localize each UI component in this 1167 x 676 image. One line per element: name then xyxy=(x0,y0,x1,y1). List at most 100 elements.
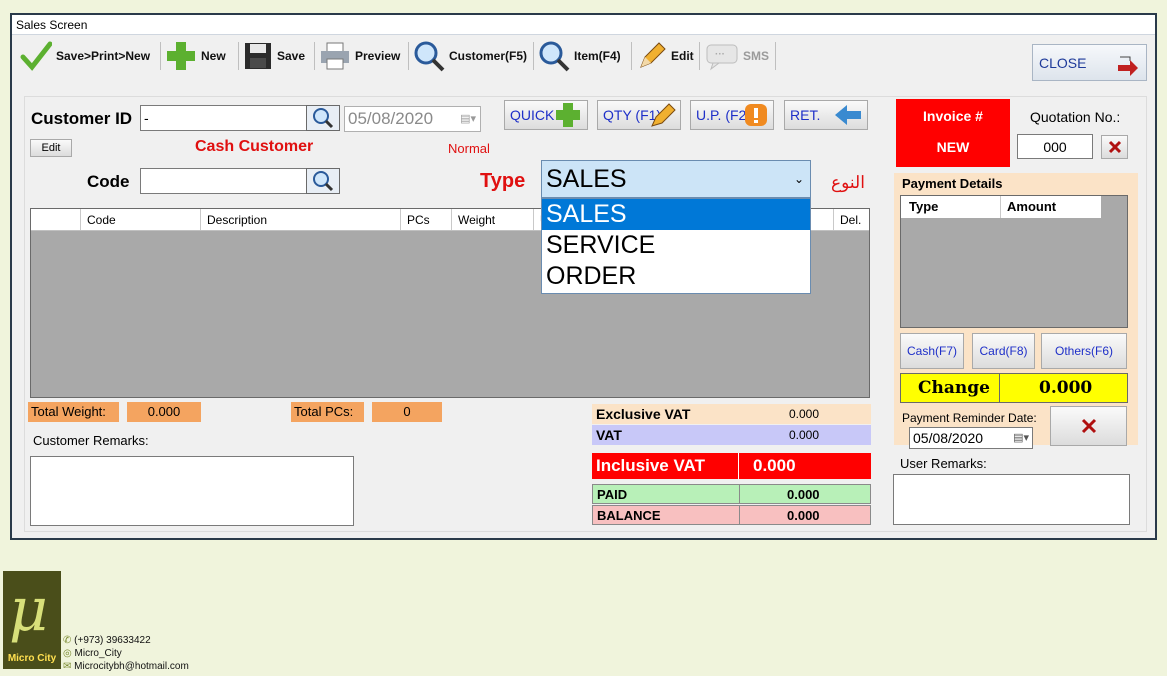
type-dropdown-list: SALES SERVICE ORDER xyxy=(541,198,811,294)
unit-price-button[interactable]: U.P. (F2) xyxy=(690,100,774,130)
quick-button[interactable]: QUICK xyxy=(504,100,588,130)
type-option-sales[interactable]: SALES xyxy=(542,199,810,230)
mail-icon: ✉ xyxy=(63,661,75,672)
clear-quotation-button[interactable] xyxy=(1101,135,1128,159)
magnifier-icon xyxy=(539,41,570,72)
contact-email: Microcitybh@hotmail.com xyxy=(74,661,189,672)
sms-button[interactable]: ··· SMS xyxy=(705,39,769,73)
brand-name: Micro City xyxy=(7,653,57,664)
save-print-new-button[interactable]: Save>Print>New xyxy=(20,39,150,73)
type-dropdown[interactable]: SALES ⌄ xyxy=(541,160,811,198)
type-option-order[interactable]: ORDER xyxy=(542,261,810,292)
mu-logo-glyph: μ xyxy=(9,575,48,645)
customer-id-label: Customer ID xyxy=(31,109,133,128)
new-button[interactable]: New xyxy=(165,39,226,73)
phone-icon: ✆ xyxy=(63,635,75,646)
left-arrow-icon xyxy=(835,105,861,125)
customer-label: Customer(F5) xyxy=(449,49,528,63)
contact-instagram-row: ◎ Micro_City xyxy=(63,647,189,660)
close-icon xyxy=(1081,418,1096,434)
payment-grid-header: Type Amount xyxy=(901,196,1101,218)
pencil-icon xyxy=(651,103,676,127)
balance-value: 0.000 xyxy=(787,508,820,523)
change-value: 0.000 xyxy=(1039,378,1093,398)
close-label: CLOSE xyxy=(1039,54,1087,71)
exclusive-vat-label: Exclusive VAT xyxy=(596,406,691,422)
customer-id-input[interactable]: - xyxy=(140,105,308,131)
clear-reminder-button[interactable] xyxy=(1050,406,1127,446)
reminder-date-picker[interactable]: 05/08/2020 ▤▾ xyxy=(909,427,1033,449)
customer-search-button[interactable] xyxy=(306,105,340,131)
type-option-service[interactable]: SERVICE xyxy=(542,230,810,261)
grid-col-header: PCs xyxy=(401,209,452,230)
save-button[interactable]: Save xyxy=(243,39,305,73)
item-button[interactable]: Item(F4) xyxy=(538,39,621,73)
total-pcs-value: 0 xyxy=(372,402,442,422)
magnifier-icon xyxy=(313,171,334,192)
printer-icon xyxy=(321,42,349,70)
grid-col-header: Weight xyxy=(452,209,534,230)
checkmark-icon xyxy=(20,41,52,71)
payment-details-title: Payment Details xyxy=(902,176,1003,191)
inclusive-vat-label: Inclusive VAT xyxy=(596,456,705,475)
code-search-button[interactable] xyxy=(306,168,340,194)
plus-icon xyxy=(556,103,580,127)
new-label: New xyxy=(201,49,226,63)
pencil-icon xyxy=(640,42,666,68)
invoice-number: NEW xyxy=(936,139,970,155)
preview-button[interactable]: Preview xyxy=(319,39,400,73)
user-remarks-input[interactable] xyxy=(893,474,1130,525)
user-remarks-label: User Remarks: xyxy=(900,456,987,471)
customer-button[interactable]: Customer(F5) xyxy=(413,39,527,73)
quick-label: QUICK xyxy=(510,107,555,123)
return-label: RET. xyxy=(790,107,821,123)
qty-button[interactable]: QTY (F1) xyxy=(597,100,681,130)
change-label: Change xyxy=(918,378,990,398)
sms-label: SMS xyxy=(743,49,770,63)
customer-remarks-input[interactable] xyxy=(30,456,354,526)
exclusive-vat-value: 0.000 xyxy=(789,407,820,421)
vat-row: VAT 0.000 xyxy=(592,425,871,445)
customer-category: Normal xyxy=(448,141,490,156)
chevron-down-icon: ⌄ xyxy=(793,172,804,186)
customer-remarks-label: Customer Remarks: xyxy=(33,433,149,448)
cash-button[interactable]: Cash(F7) xyxy=(900,333,964,369)
code-input[interactable] xyxy=(140,168,308,194)
paid-label: PAID xyxy=(597,487,628,502)
plus-icon xyxy=(167,42,195,70)
contact-email-row: ✉ Microcitybh@hotmail.com xyxy=(63,660,189,673)
preview-label: Preview xyxy=(355,49,401,63)
payment-col-type: Type xyxy=(901,196,1001,218)
paid-row: PAID 0.000 xyxy=(592,484,871,504)
reminder-date-value: 05/08/2020 xyxy=(913,430,984,446)
customer-edit-button[interactable]: Edit xyxy=(30,139,72,157)
change-row: Change 0.000 xyxy=(900,373,1128,403)
brand-logo: μ Micro City xyxy=(3,571,61,669)
svg-text:···: ··· xyxy=(715,49,725,60)
reminder-label: Payment Reminder Date: xyxy=(902,411,1037,425)
quotation-input[interactable]: 000 xyxy=(1017,134,1093,159)
balance-label: BALANCE xyxy=(597,508,661,523)
vat-value: 0.000 xyxy=(789,428,820,442)
others-button[interactable]: Others(F6) xyxy=(1041,333,1127,369)
close-button[interactable]: CLOSE xyxy=(1032,44,1147,81)
type-label: Type xyxy=(480,170,526,192)
customer-name: Cash Customer xyxy=(195,138,314,155)
item-label: Item(F4) xyxy=(574,49,621,63)
edit-button[interactable]: Edit xyxy=(637,39,694,73)
calendar-icon: ▤▾ xyxy=(1013,432,1029,444)
date-picker[interactable]: 05/08/2020 ▤▾ xyxy=(344,106,481,132)
contact-instagram: Micro_City xyxy=(74,648,122,659)
payment-col-amount: Amount xyxy=(1007,199,1057,214)
total-weight-value: 0.000 xyxy=(127,402,201,422)
type-selected: SALES xyxy=(546,165,627,193)
toolbar: Save>Print>New New Save Preview Customer… xyxy=(12,36,1155,81)
payment-grid[interactable]: Type Amount xyxy=(900,195,1128,328)
grid-col-header: Description xyxy=(201,209,401,230)
instagram-icon: ◎ xyxy=(63,648,75,659)
total-weight-label: Total Weight: xyxy=(28,402,119,422)
balance-row: BALANCE 0.000 xyxy=(592,505,871,525)
total-pcs-label: Total PCs: xyxy=(291,402,364,422)
card-button[interactable]: Card(F8) xyxy=(972,333,1035,369)
return-button[interactable]: RET. xyxy=(784,100,868,130)
